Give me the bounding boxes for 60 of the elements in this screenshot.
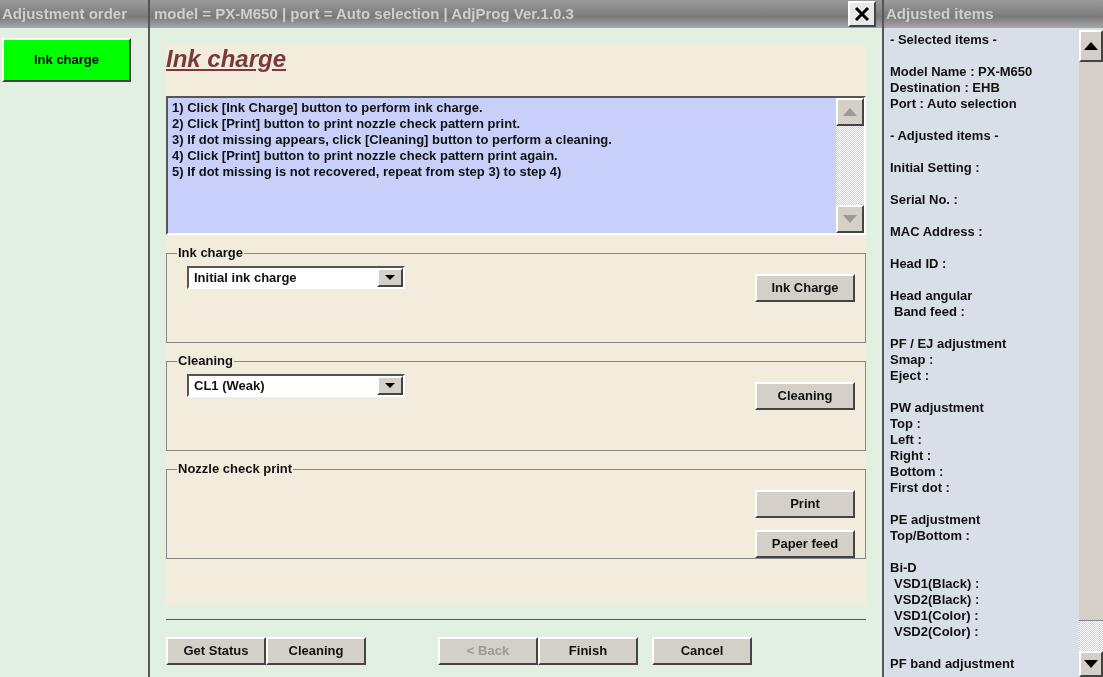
info-line: PF / EJ adjustment [890,336,1008,352]
action-button[interactable]: Print [755,490,855,518]
instruction-line: 4) Click [Print] button to print nozzle check pattern print again. [172,148,559,164]
info-line: First dot : [890,480,951,496]
down-arrow-icon [843,215,857,223]
info-line: PW adjustment [890,400,985,416]
info-line: Port : Auto selection [890,96,1018,112]
info-line: Eject : [890,368,930,384]
group-label: Ink charge [177,245,245,261]
up-arrow-icon [843,108,857,116]
info-line: Top : [890,416,922,432]
info-line: VSD2(Color) : [893,624,980,640]
footer-button[interactable]: Finish [538,637,638,665]
info-line: Smap : [890,352,935,368]
info-line: Serial No. : [890,192,959,208]
info-line: Initial Setting : [890,160,981,176]
up-arrow-icon [1084,42,1098,50]
footer-button[interactable]: Cleaning [266,637,366,665]
instruction-line: 1) Click [Ink Charge] button to perform ink charge. [172,100,484,116]
dropdown[interactable]: CL1 (Weak) [187,374,405,397]
info-line: Head ID : [890,256,948,272]
info-line: - Selected items - [890,32,998,48]
group-label: Nozzle check print [177,461,294,477]
footer-button[interactable]: Get Status [166,637,266,665]
action-button[interactable]: Ink Charge [755,274,855,302]
info-line: Bottom : [890,464,945,480]
info-line: VSD2(Black) : [893,592,981,608]
info-line: Right : [890,448,933,464]
info-line: VSD1(Color) : [893,608,980,624]
footer-button[interactable]: Cancel [652,637,752,665]
step-button[interactable]: Ink charge [2,38,131,82]
close-icon [854,6,870,22]
action-button[interactable]: Cleaning [755,382,855,410]
info-line: MAC Address : [890,224,984,240]
caret-icon [385,275,395,280]
info-line: Top/Bottom : [890,528,971,544]
info-line: VSD1(Black) : [893,576,981,592]
instruction-line: 5) If dot missing is not recovered, repeat from step 3) to step 4) [172,164,563,180]
info-line: Head angular [890,288,974,304]
instruction-line: 3) If dot missing appears, click [Cleaning] button to perform a cleaning. [172,132,613,148]
info-line: Bi-D [890,560,918,576]
action-button[interactable]: Paper feed [755,530,855,558]
down-arrow-icon [1084,660,1098,668]
caret-icon [385,383,395,388]
info-line: PF band adjustment [890,656,1016,672]
instruction-line: 2) Click [Print] button to print nozzle check pattern print. [172,116,522,132]
window-title: model = PX-M650 | port = Auto selection | AdjProg Ver.1.0.3 [154,4,574,24]
scrollbar[interactable] [836,98,864,233]
info-line: PE adjustment [890,512,982,528]
info-line: Left : [890,432,923,448]
info-line: Band feed : [893,304,966,320]
dropdown[interactable]: Initial ink charge [187,266,405,289]
info-line: Destination : EHB [890,80,1001,96]
panel-title: Adjusted items [884,0,1103,28]
info-line: Model Name : PX-M650 [890,64,1034,80]
panel-title: Adjustment order [0,0,148,28]
page-heading: Ink charge [166,44,287,74]
info-line: - Adjusted items - [890,128,1000,144]
group-label: Cleaning [177,353,234,369]
close-button[interactable] [848,1,876,27]
